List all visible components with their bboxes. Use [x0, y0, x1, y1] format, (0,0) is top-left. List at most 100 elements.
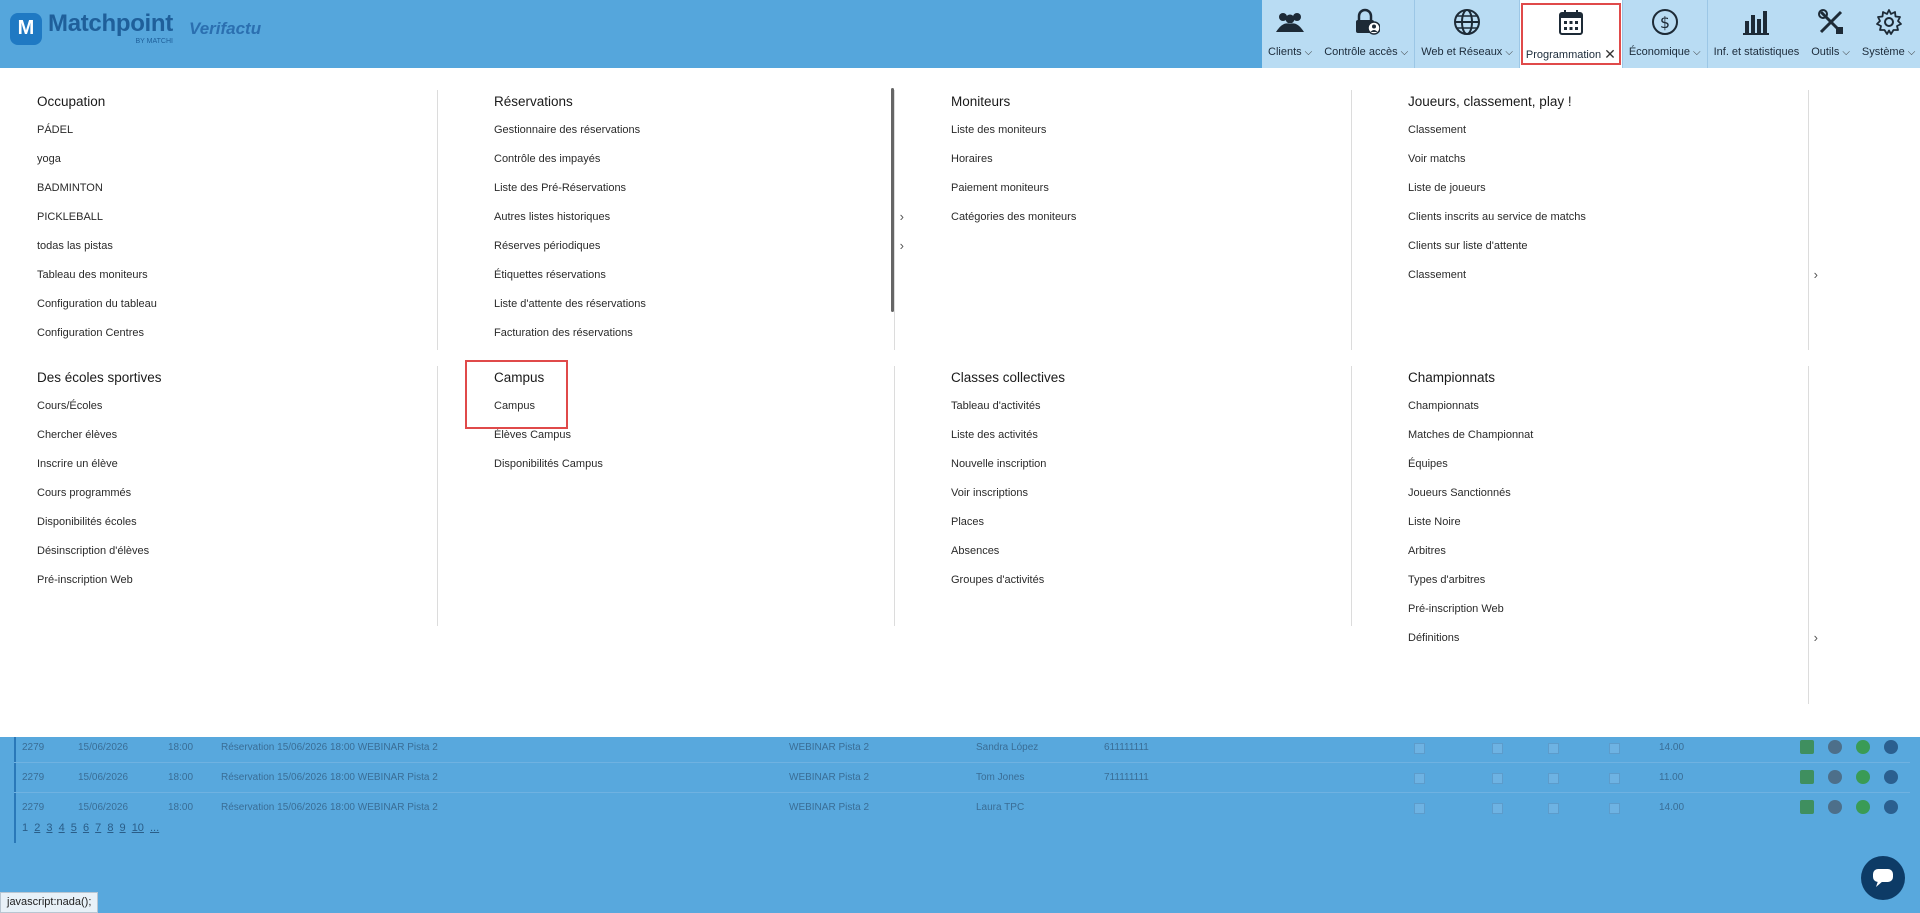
- menu-item[interactable]: Clients inscrits au service de matchs: [1408, 211, 1818, 240]
- menu-item[interactable]: Classement: [1408, 124, 1818, 153]
- menu-item[interactable]: PÁDEL: [37, 124, 447, 153]
- menu-item[interactable]: Liste d'attente des réservations: [494, 298, 904, 327]
- delete-icon[interactable]: [1884, 800, 1898, 814]
- menu-item[interactable]: Gestionnaire des réservations: [494, 124, 904, 153]
- page-link[interactable]: 8: [107, 822, 113, 834]
- menu-item[interactable]: Étiquettes réservations: [494, 269, 904, 298]
- menu-item[interactable]: Disponibilités écoles: [37, 516, 447, 545]
- delete-icon[interactable]: [1884, 740, 1898, 754]
- menu-item[interactable]: Configuration du tableau: [37, 298, 447, 327]
- row-checkbox[interactable]: [1548, 743, 1559, 754]
- menu-item[interactable]: Définitions ›: [1408, 631, 1818, 661]
- menu-item[interactable]: Joueurs Sanctionnés: [1408, 487, 1818, 516]
- page-link[interactable]: 5: [71, 822, 77, 834]
- page-link[interactable]: 10: [132, 822, 144, 834]
- menu-item[interactable]: Liste de joueurs: [1408, 182, 1818, 211]
- row-checkbox[interactable]: [1492, 803, 1503, 814]
- menu-item[interactable]: Groupes d'activités: [951, 574, 1361, 603]
- page-link[interactable]: 2: [34, 822, 40, 834]
- doc-icon[interactable]: [1828, 800, 1842, 814]
- menu-item[interactable]: Voir matchs: [1408, 153, 1818, 182]
- menu-item[interactable]: Cours/Écoles: [37, 400, 447, 429]
- menu-item[interactable]: Tableau d'activités: [951, 400, 1361, 429]
- menu-item[interactable]: Nouvelle inscription: [951, 458, 1361, 487]
- page-link[interactable]: ...: [150, 822, 159, 834]
- row-checkbox[interactable]: [1548, 773, 1559, 784]
- menu-item[interactable]: Absences: [951, 545, 1361, 574]
- menu-item[interactable]: Championnats: [1408, 400, 1818, 429]
- row-checkbox[interactable]: [1609, 803, 1620, 814]
- menu-item[interactable]: Autres listes historiques ›: [494, 210, 904, 240]
- menu-item[interactable]: Désinscription d'élèves: [37, 545, 447, 574]
- menu-item[interactable]: Tableau des moniteurs: [37, 269, 447, 298]
- row-checkbox[interactable]: [1492, 743, 1503, 754]
- chevron-down-icon: ⌵: [1693, 46, 1701, 58]
- nav-outils[interactable]: Outils ⌵: [1805, 0, 1856, 68]
- menu-item[interactable]: Liste Noire: [1408, 516, 1818, 545]
- menu-item[interactable]: Liste des moniteurs: [951, 124, 1361, 153]
- nav-economique[interactable]: $ Économique ⌵: [1623, 0, 1707, 68]
- home-icon[interactable]: [1800, 740, 1814, 754]
- table-row[interactable]: 2279 15/06/2026 18:00 Réservation 15/06/202…: [14, 762, 1910, 792]
- menu-item[interactable]: Classement ›: [1408, 268, 1818, 298]
- nav-web[interactable]: Web et Réseaux ⌵: [1415, 0, 1519, 68]
- menu-item[interactable]: Liste des activités: [951, 429, 1361, 458]
- menu-item[interactable]: Places: [951, 516, 1361, 545]
- page-link[interactable]: 6: [83, 822, 89, 834]
- menu-item[interactable]: Liste des Pré-Réservations: [494, 182, 904, 211]
- menu-item[interactable]: PICKLEBALL: [37, 211, 447, 240]
- close-icon[interactable]: ✕: [1604, 46, 1616, 63]
- nav-programmation[interactable]: Programmation ✕: [1519, 0, 1622, 68]
- menu-item[interactable]: Inscrire un élève: [37, 458, 447, 487]
- menu-item[interactable]: Facturation des réservations: [494, 327, 904, 356]
- chat-button[interactable]: [1861, 856, 1905, 900]
- nav-stats[interactable]: Inf. et statistiques: [1708, 0, 1806, 68]
- menu-item[interactable]: Paiement moniteurs: [951, 182, 1361, 211]
- menu-item[interactable]: Élèves Campus: [494, 429, 904, 458]
- menu-item[interactable]: yoga: [37, 153, 447, 182]
- row-checkbox[interactable]: [1492, 773, 1503, 784]
- menu-item[interactable]: Contrôle des impayés: [494, 153, 904, 182]
- menu-item[interactable]: Clients sur liste d'attente: [1408, 240, 1818, 269]
- menu-item[interactable]: Configuration Centres: [37, 327, 447, 356]
- menu-item[interactable]: Voir inscriptions: [951, 487, 1361, 516]
- menu-item[interactable]: Pré-inscription Web: [1408, 603, 1818, 632]
- menu-item[interactable]: Équipes: [1408, 458, 1818, 487]
- home-icon[interactable]: [1800, 800, 1814, 814]
- delete-icon[interactable]: [1884, 770, 1898, 784]
- edit-icon[interactable]: [1856, 740, 1870, 754]
- home-icon[interactable]: [1800, 770, 1814, 784]
- row-checkbox[interactable]: [1414, 743, 1425, 754]
- table-row[interactable]: 2279 15/06/2026 18:00 Réservation 15/06/202…: [14, 792, 1910, 822]
- menu-item[interactable]: Matches de Championnat: [1408, 429, 1818, 458]
- edit-icon[interactable]: [1856, 770, 1870, 784]
- row-checkbox[interactable]: [1548, 803, 1559, 814]
- menu-item[interactable]: Types d'arbitres: [1408, 574, 1818, 603]
- row-checkbox[interactable]: [1414, 803, 1425, 814]
- menu-item[interactable]: Pré-inscription Web: [37, 574, 447, 603]
- row-checkbox[interactable]: [1414, 773, 1425, 784]
- row-checkbox[interactable]: [1609, 743, 1620, 754]
- doc-icon[interactable]: [1828, 740, 1842, 754]
- nav-controle[interactable]: Contrôle accès ⌵: [1318, 0, 1414, 68]
- menu-item[interactable]: Horaires: [951, 153, 1361, 182]
- menu-item[interactable]: Arbitres: [1408, 545, 1818, 574]
- page-link[interactable]: 7: [95, 822, 101, 834]
- nav-systeme[interactable]: Système ⌵: [1856, 0, 1920, 68]
- brand-logo[interactable]: M Matchpoint BY MATCHI Verifactu: [10, 12, 261, 45]
- edit-icon[interactable]: [1856, 800, 1870, 814]
- menu-item[interactable]: BADMINTON: [37, 182, 447, 211]
- menu-item[interactable]: Réserves périodiques ›: [494, 239, 904, 269]
- page-link[interactable]: 9: [120, 822, 126, 834]
- menu-item[interactable]: Cours programmés: [37, 487, 447, 516]
- menu-item[interactable]: todas las pistas: [37, 240, 447, 269]
- menu-item[interactable]: Disponibilités Campus: [494, 458, 904, 487]
- row-checkbox[interactable]: [1609, 773, 1620, 784]
- page-link[interactable]: 4: [59, 822, 65, 834]
- menu-item[interactable]: Chercher élèves: [37, 429, 447, 458]
- menu-item[interactable]: Campus: [494, 400, 904, 429]
- page-link[interactable]: 3: [46, 822, 52, 834]
- doc-icon[interactable]: [1828, 770, 1842, 784]
- menu-item[interactable]: Catégories des moniteurs: [951, 211, 1361, 240]
- nav-clients[interactable]: Clients ⌵: [1262, 0, 1318, 68]
